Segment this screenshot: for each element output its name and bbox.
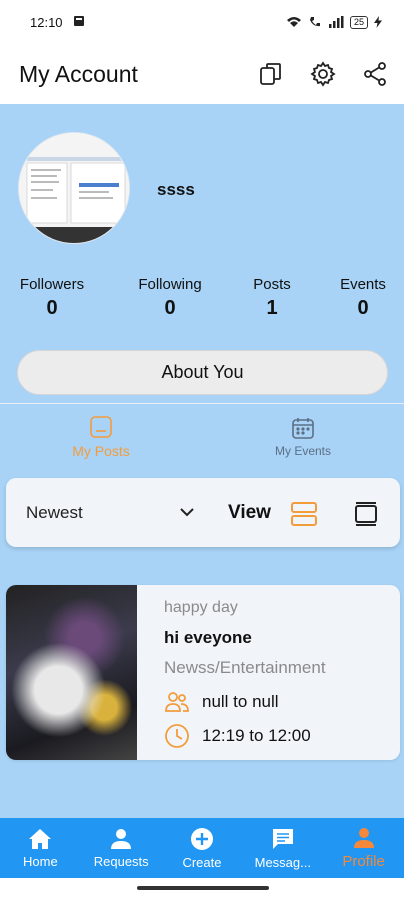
app-bar-actions <box>257 60 404 88</box>
person-icon <box>111 828 132 849</box>
filter-card: Newest View <box>6 478 400 547</box>
status-time: 12:10 <box>30 14 63 30</box>
page-title: My Account <box>19 60 138 87</box>
chevron-down-icon <box>180 507 194 516</box>
stat-value: 0 <box>46 297 58 319</box>
stat-posts[interactable]: Posts 1 <box>222 276 322 320</box>
post-category: Newss/Entertainment <box>164 658 326 677</box>
username: ssss <box>157 180 195 199</box>
system-nav-bar <box>0 878 404 900</box>
add-circle-icon <box>190 827 213 850</box>
nav-label: Profile <box>342 852 385 870</box>
tab-my-posts[interactable]: My Posts <box>0 406 202 468</box>
stat-value: 1 <box>266 297 278 319</box>
stat-label: Events <box>340 276 386 293</box>
status-bar: 12:10 25 <box>0 0 404 44</box>
sort-dropdown[interactable]: Newest <box>26 493 196 533</box>
view-label: View <box>228 501 271 523</box>
nav-label: Home <box>23 853 58 869</box>
profile-tabs: My Posts My Events <box>0 406 404 468</box>
copy-icon[interactable] <box>257 60 285 88</box>
charging-icon <box>374 16 382 28</box>
calendar-icon <box>292 418 314 439</box>
stat-label: Followers <box>19 276 85 293</box>
post-participants: null to null <box>164 689 279 715</box>
home-indicator[interactable] <box>137 886 269 890</box>
clock-icon <box>165 724 189 748</box>
tab-label: My Posts <box>72 443 130 459</box>
post-subtitle: happy day <box>164 599 238 616</box>
stat-label: Following <box>138 276 202 293</box>
group-icon <box>165 692 189 712</box>
signal-icon <box>328 16 344 28</box>
posts-icon <box>90 416 112 438</box>
post-card[interactable]: happy day hi eveyone Newss/Entertainment… <box>6 585 400 760</box>
nav-create[interactable]: Create <box>162 818 243 878</box>
post-title: hi eveyone <box>164 628 252 647</box>
status-icons: 25 <box>286 15 382 29</box>
wifi-icon <box>286 17 301 27</box>
home-icon <box>29 828 52 849</box>
nav-home[interactable]: Home <box>0 818 81 878</box>
profile-section: ssss Followers 0 Following 0 Posts 1 Eve… <box>0 104 404 818</box>
nav-label: Messag... <box>254 854 311 870</box>
stat-label: Posts <box>253 276 291 293</box>
card-view-icon[interactable] <box>352 500 380 528</box>
post-time: 12:19 to 12:00 <box>164 723 311 749</box>
stat-value: 0 <box>164 297 176 319</box>
participants-text: null to null <box>202 692 279 711</box>
sort-value: Newest <box>26 502 83 522</box>
avatar[interactable] <box>18 132 130 244</box>
divider <box>0 403 404 404</box>
notification-icon <box>73 15 85 30</box>
stat-following[interactable]: Following 0 <box>120 276 220 320</box>
message-icon <box>272 828 293 849</box>
nav-label: Requests <box>93 853 149 869</box>
app-bar: My Account <box>0 44 404 104</box>
time-range-text: 12:19 to 12:00 <box>202 726 311 745</box>
battery-indicator: 25 <box>349 15 368 29</box>
share-icon[interactable] <box>361 60 389 88</box>
bottom-nav: Home Requests Create Messag... Profile <box>0 818 404 878</box>
profile-icon <box>353 827 374 848</box>
stat-value: 0 <box>357 297 369 319</box>
gear-icon[interactable] <box>309 60 337 88</box>
nav-messages[interactable]: Messag... <box>242 818 323 878</box>
nav-profile[interactable]: Profile <box>323 818 404 878</box>
about-you-button[interactable]: About You <box>17 350 388 395</box>
tab-my-events[interactable]: My Events <box>202 406 404 468</box>
call-icon <box>309 17 320 27</box>
post-image <box>6 585 137 760</box>
nav-label: Create <box>182 854 222 870</box>
nav-requests[interactable]: Requests <box>81 818 162 878</box>
stat-followers[interactable]: Followers 0 <box>2 276 102 320</box>
list-view-icon[interactable] <box>290 500 318 528</box>
tab-label: My Events <box>274 444 331 458</box>
stat-events[interactable]: Events 0 <box>313 276 404 320</box>
